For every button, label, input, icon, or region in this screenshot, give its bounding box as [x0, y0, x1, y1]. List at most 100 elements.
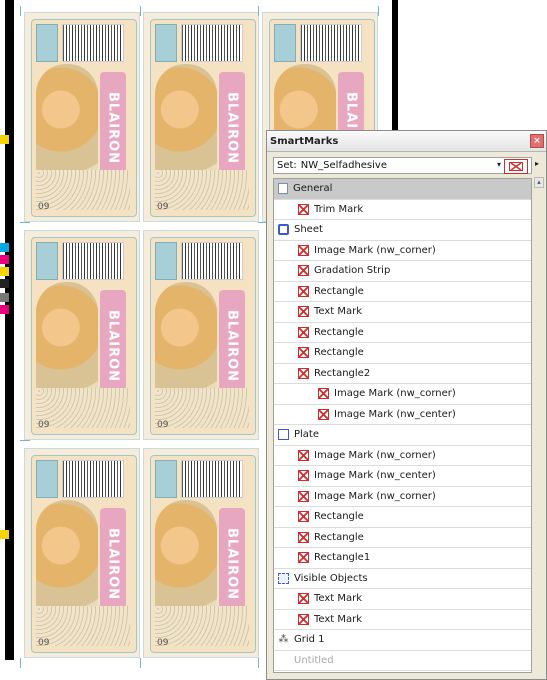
- tree-item[interactable]: ⁂ Grid 1: [274, 630, 531, 651]
- mark-icon: [298, 449, 309, 461]
- color-swatch-yellow: [0, 135, 9, 144]
- mark-icon: [298, 306, 309, 318]
- label-card: BLAIRON 09: [143, 448, 259, 658]
- mark-icon: [298, 203, 309, 215]
- label-logo-block: [274, 24, 296, 62]
- tree-item[interactable]: Image Mark (nw_corner): [274, 241, 531, 261]
- mark-icon: [298, 490, 309, 502]
- color-swatch-yellow: [0, 267, 9, 276]
- color-swatch-gray: [0, 293, 9, 302]
- close-icon[interactable]: ×: [530, 134, 544, 148]
- color-swatch-yellow: [0, 530, 9, 539]
- tree-item[interactable]: Text Mark: [274, 589, 531, 610]
- tree-item[interactable]: Rectangle1: [274, 548, 531, 569]
- tree-item[interactable]: Visible Objects: [274, 569, 531, 589]
- tree-item-label: Rectangle2: [314, 367, 371, 379]
- tree-item[interactable]: Rectangle: [274, 528, 531, 548]
- tree-item-label: Rectangle: [314, 347, 364, 359]
- label-number: 09: [38, 638, 50, 648]
- tree-item[interactable]: Image Mark (nw_center): [274, 405, 531, 425]
- tree-item[interactable]: Rectangle: [274, 343, 531, 364]
- label-number: 09: [157, 202, 169, 212]
- registration-bar-left: [5, 0, 14, 660]
- mark-icon: [298, 244, 309, 256]
- label-texture: [155, 170, 249, 210]
- tree-item-label: Rectangle: [314, 285, 364, 297]
- label-card: BLAIRON 09: [24, 12, 140, 222]
- barcode: [181, 24, 243, 62]
- tree-item[interactable]: Text Mark: [274, 302, 531, 323]
- trim-mark: [20, 440, 30, 441]
- tree-item-label: Gradation Strip: [314, 265, 391, 277]
- tree-item[interactable]: Untitled: [274, 651, 531, 671]
- panel-title: SmartMarks: [270, 135, 339, 147]
- grid-icon: ⁂: [278, 634, 289, 646]
- label-card: BLAIRON 09: [143, 230, 259, 440]
- label-number: 09: [157, 638, 169, 648]
- mark-icon: [318, 408, 329, 420]
- tree-item-label: Sheet: [294, 224, 323, 236]
- menu-arrow-icon[interactable]: ▸: [535, 159, 539, 168]
- tree-item-label: Rectangle1: [314, 552, 371, 564]
- trim-mark: [378, 6, 379, 16]
- tree-item[interactable]: Image Mark (nw_center): [274, 466, 531, 487]
- mark-icon: [298, 347, 309, 359]
- mark-icon: [298, 511, 309, 523]
- tree-item[interactable]: Text Mark: [274, 610, 531, 630]
- tree-item[interactable]: Image Mark (nw_corner): [274, 446, 531, 466]
- label-artwork: BLAIRON 09: [150, 455, 256, 653]
- tree-item[interactable]: Plate: [274, 425, 531, 446]
- smartmarks-panel: SmartMarks × Set: NW_Selfadhesive ▾ ▸ ▴ …: [266, 130, 547, 680]
- color-swatch-cyan: [0, 243, 9, 252]
- tree-item[interactable]: General: [274, 179, 531, 200]
- tree-item-label: Text Mark: [314, 593, 363, 605]
- color-swatch-magenta: [0, 305, 9, 314]
- label-logo-block: [36, 242, 58, 280]
- mark-icon: [298, 470, 309, 482]
- mark-icon: [298, 285, 309, 297]
- label-logo-block: [36, 460, 58, 498]
- scroll-up-button[interactable]: ▴: [534, 177, 544, 188]
- trim-mark: [140, 6, 141, 16]
- tree-item-label: Text Mark: [314, 306, 363, 318]
- registration-bar-right-top: [392, 0, 398, 135]
- tree-item[interactable]: Rectangle: [274, 323, 531, 343]
- plate-icon: [278, 429, 289, 441]
- brand-text: BLAIRON: [219, 72, 245, 184]
- trim-mark: [20, 658, 21, 668]
- panel-title-bar[interactable]: SmartMarks ×: [267, 131, 546, 152]
- label-artwork: BLAIRON 09: [31, 19, 137, 217]
- tree-item[interactable]: Image Mark (nw_corner): [274, 384, 531, 405]
- tree-item[interactable]: Rectangle2: [274, 364, 531, 384]
- mark-icon: [298, 552, 309, 564]
- label-texture: [36, 170, 130, 210]
- brand-text: BLAIRON: [100, 508, 126, 620]
- barcode: [62, 24, 124, 62]
- label-number: 09: [157, 420, 169, 430]
- label-logo-block: [36, 24, 58, 62]
- marks-tree: General Trim Mark Sheet Image Mark (nw_corn…: [273, 178, 532, 673]
- mark-icon: [298, 593, 309, 605]
- tree-item-label: Untitled: [294, 654, 334, 666]
- chevron-down-icon[interactable]: ▾: [497, 160, 501, 169]
- tree-item[interactable]: Gradation Strip: [274, 261, 531, 282]
- label-texture: [155, 606, 249, 646]
- tree-item[interactable]: Rectangle: [274, 282, 531, 302]
- blank-icon: [278, 655, 289, 666]
- barcode: [181, 242, 243, 280]
- tree-item[interactable]: Rectangle: [274, 507, 531, 528]
- tree-item-label: Image Mark (nw_corner): [314, 490, 436, 502]
- tree-item[interactable]: Image Mark (nw_corner): [274, 487, 531, 507]
- set-label: Set:: [277, 160, 297, 171]
- page-icon: [278, 183, 288, 195]
- trim-mark: [258, 6, 259, 16]
- barcode: [62, 242, 124, 280]
- tree-item[interactable]: Sheet: [274, 220, 531, 241]
- mark-set-icon[interactable]: [504, 159, 528, 174]
- tree-item[interactable]: Trim Mark: [274, 200, 531, 220]
- label-artwork: BLAIRON 09: [150, 19, 256, 217]
- tree-item-label: Image Mark (nw_corner): [334, 388, 456, 400]
- set-select[interactable]: Set: NW_Selfadhesive ▾: [273, 157, 532, 174]
- brand-text: BLAIRON: [219, 508, 245, 620]
- mark-icon: [318, 388, 329, 400]
